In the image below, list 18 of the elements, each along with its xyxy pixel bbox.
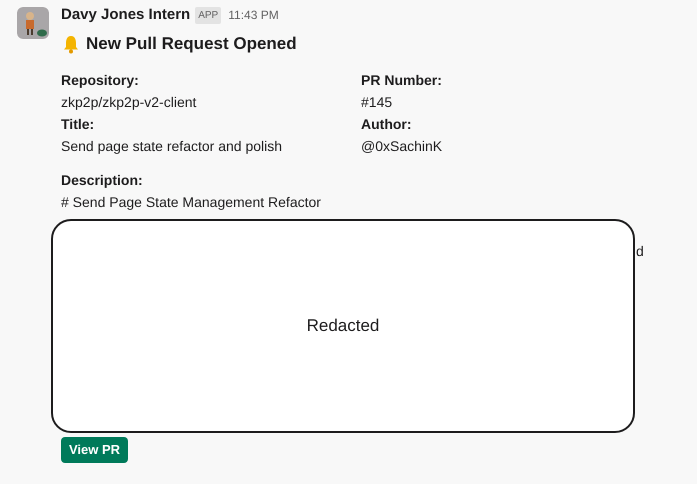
text-fragment: d <box>636 242 644 261</box>
app-badge: APP <box>195 6 222 24</box>
field-label: Repository: <box>61 70 140 88</box>
message-time[interactable]: 11:43 PM <box>228 6 279 24</box>
field-value: #145 <box>361 92 394 110</box>
field-value: zkp2p/zkp2p-v2-client <box>61 92 198 110</box>
redacted-label: Redacted <box>306 315 380 338</box>
field-value: Send page state refactor and polish <box>61 136 284 154</box>
field-label: Title: <box>61 114 96 132</box>
bell-icon <box>61 34 81 54</box>
field-label: Author: <box>361 114 413 132</box>
field-value: @0xSachinK <box>361 136 444 154</box>
message-title: New Pull Request Opened <box>86 33 297 55</box>
sender-name[interactable]: Davy Jones Intern <box>61 4 190 26</box>
field-label: Description: <box>61 170 144 188</box>
field-value: # Send Page State Management Refactor <box>61 192 322 210</box>
field-label: PR Number: <box>361 70 443 88</box>
view-pr-button[interactable]: View PR <box>61 436 128 462</box>
